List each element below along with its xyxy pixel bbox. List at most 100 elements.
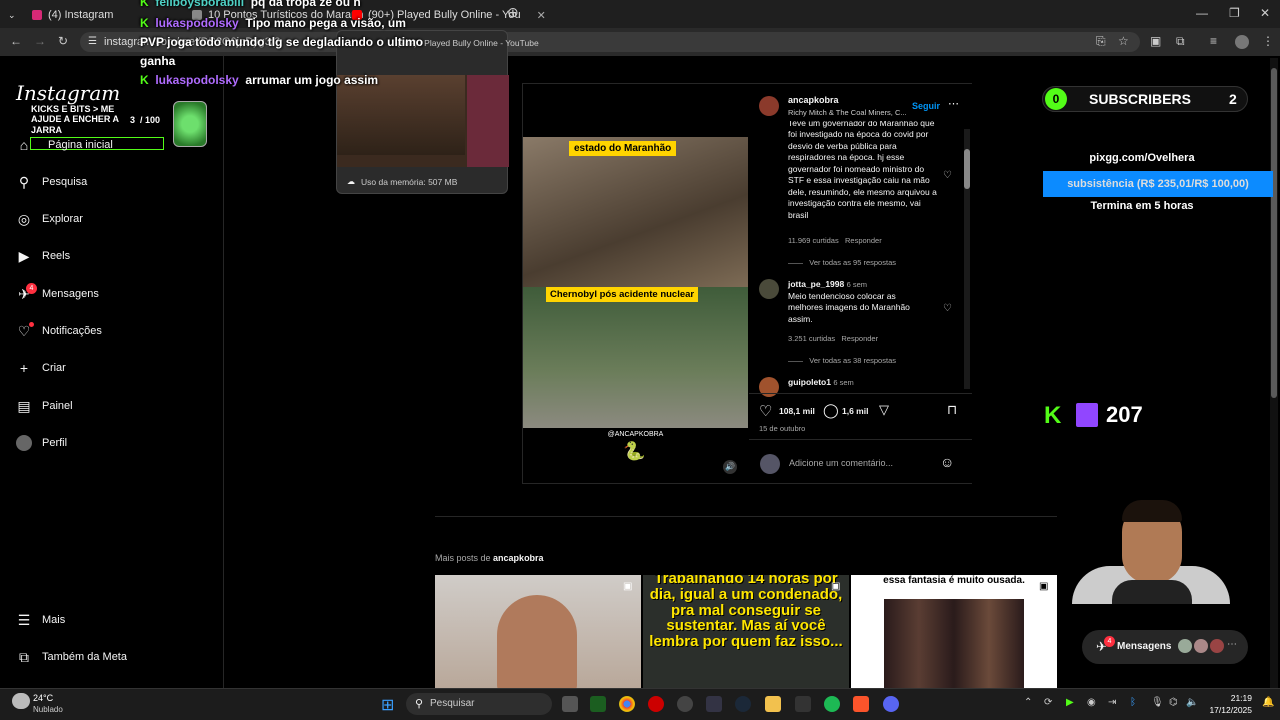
my-avatar: [760, 454, 780, 474]
save-bookmark-icon[interactable]: ⊓: [947, 402, 957, 418]
reel-video[interactable]: estado do Maranhão Chernobyl pós acident…: [523, 84, 748, 483]
more-post-thumb[interactable]: essa fantasia é muito ousada. ▣: [851, 575, 1057, 688]
task-view-icon[interactable]: [562, 696, 578, 712]
tray-icon[interactable]: ⇥: [1108, 697, 1116, 708]
more-options-icon[interactable]: ⋯: [948, 97, 959, 110]
more-post-thumb[interactable]: Trabalhando 14 horas por dia, igual a um…: [643, 575, 849, 688]
sidebar-item-create[interactable]: + Criar: [16, 360, 66, 376]
sidebar-item-reels[interactable]: ▶ Reels: [16, 248, 71, 264]
emoji-icon[interactable]: ☺: [940, 454, 954, 470]
tray-chevron-icon[interactable]: ⌃: [1024, 697, 1032, 708]
discord-icon[interactable]: [883, 696, 899, 712]
bookmark-star-icon[interactable]: ☆: [1118, 34, 1129, 48]
sidebar-item-more[interactable]: ☰ Mais: [16, 612, 66, 628]
install-app-icon[interactable]: ⎘: [1096, 34, 1106, 49]
music-label[interactable]: Richy Mitch & The Coal Miners, C...: [788, 108, 907, 117]
folder-icon[interactable]: [765, 696, 781, 712]
opera-icon[interactable]: [648, 696, 664, 712]
back-icon[interactable]: ←: [10, 34, 22, 48]
tab-list-button[interactable]: ⌄: [8, 4, 16, 26]
media-icon[interactable]: ≡: [1210, 34, 1217, 48]
view-replies[interactable]: —— Ver todas as 38 respostas: [788, 356, 896, 365]
tray-icon[interactable]: ◉: [1087, 697, 1096, 708]
divider: [435, 516, 1057, 517]
meta-grid-icon: ⧉: [19, 648, 29, 665]
reply-button[interactable]: Responder: [841, 334, 878, 343]
post-side-panel: ancapkobra Richy Mitch & The Coal Miners…: [749, 84, 972, 483]
comment-like-icon[interactable]: ♡: [943, 303, 952, 314]
close-tab-icon[interactable]: ✕: [537, 9, 546, 22]
close-window-icon[interactable]: ✕: [1260, 6, 1270, 20]
puzzle-icon[interactable]: ⧉: [1176, 34, 1185, 49]
tray-icon[interactable]: ▶: [1066, 697, 1074, 708]
github-icon[interactable]: [677, 696, 693, 712]
home-icon: ⌂: [19, 137, 29, 153]
weather-icon[interactable]: [12, 693, 30, 709]
like-heart-icon[interactable]: ♡: [759, 402, 772, 420]
cobra-logo-icon: 🐍: [623, 441, 646, 461]
clock-time[interactable]: 21:19: [1214, 693, 1252, 703]
menu-icon[interactable]: ⋮: [1262, 34, 1274, 48]
maximize-icon[interactable]: ❐: [1229, 6, 1240, 20]
view-replies[interactable]: —— Ver todas as 95 respostas: [788, 258, 896, 267]
windows-start-icon[interactable]: ⊞: [381, 695, 394, 715]
comment-like-icon[interactable]: ♡: [943, 170, 952, 181]
sidebar-item-explore[interactable]: ◎ Explorar: [16, 211, 83, 227]
more-post-thumb[interactable]: ▣: [435, 575, 641, 688]
sidebar-item-search[interactable]: ⚲ Pesquisa: [16, 174, 87, 190]
comment-count: 1,6 mil: [842, 406, 869, 416]
steam-icon[interactable]: [735, 696, 751, 712]
messages-pill[interactable]: ✈ 4 Mensagens ⋯: [1082, 630, 1248, 664]
add-comment-input[interactable]: Adicione um comentário...: [789, 458, 893, 468]
chat-message: K lukaspodolsky arrumar um jogo assim: [140, 73, 379, 87]
commenter-avatar[interactable]: [759, 377, 779, 397]
author-name[interactable]: ancapkobra: [788, 95, 839, 105]
tray-icon[interactable]: ⟳: [1044, 697, 1052, 708]
site-info-icon[interactable]: ☰: [88, 32, 97, 52]
spotify-icon[interactable]: [824, 696, 840, 712]
microphone-icon[interactable]: 🎙: [1151, 697, 1164, 708]
page-scrollbar[interactable]: [1270, 58, 1278, 688]
profile-avatar[interactable]: [1235, 35, 1249, 49]
network-icon[interactable]: ⌬: [1169, 697, 1178, 708]
app-icon[interactable]: [590, 696, 606, 712]
volume-icon[interactable]: 🔊: [723, 460, 737, 474]
sidebar-item-profile[interactable]: Perfil: [16, 435, 67, 451]
reply-button[interactable]: Responder: [845, 236, 882, 245]
reel-icon: ▣: [831, 581, 841, 592]
avatar: [1194, 639, 1208, 653]
plus-icon: +: [19, 360, 29, 376]
chrome-icon[interactable]: [619, 696, 635, 712]
clock-date[interactable]: 17/12/2025: [1200, 705, 1252, 715]
instagram-favicon-icon: [32, 10, 42, 20]
sidebar-item-home[interactable]: ⌂ Página inicial: [16, 137, 113, 153]
volume-icon[interactable]: 🔈: [1186, 697, 1198, 708]
new-tab-icon[interactable]: ⊕: [507, 4, 519, 21]
extension-icon[interactable]: ▣: [1150, 34, 1161, 48]
sidebar-item-meta[interactable]: ⧉ Também da Meta: [16, 649, 127, 665]
taskbar-search[interactable]: ⚲ Pesquisar: [406, 693, 552, 715]
brave-icon[interactable]: [853, 696, 869, 712]
app-icon[interactable]: [795, 696, 811, 712]
commenter-avatar[interactable]: [759, 279, 779, 299]
chat-message: K feliboysborabill pq da tropa ze ou n: [140, 0, 361, 9]
reload-icon[interactable]: ↻: [58, 34, 68, 48]
messages-badge: 4: [26, 283, 37, 294]
sidebar-item-dashboard[interactable]: ▤ Painel: [16, 398, 72, 414]
follow-button[interactable]: Seguir: [912, 101, 940, 111]
forward-icon[interactable]: →: [34, 34, 46, 48]
comment-item: Teve um governador do Maranhão que foi i…: [788, 121, 937, 220]
post-date: 15 de outubro: [759, 424, 806, 433]
share-icon[interactable]: ▽: [879, 402, 889, 418]
notification-bell-icon[interactable]: 🔔: [1262, 697, 1274, 708]
bluetooth-icon[interactable]: ᛒ: [1130, 697, 1136, 708]
comments-scrollbar[interactable]: [964, 129, 970, 389]
weather-label[interactable]: Nublado: [33, 705, 63, 714]
instagram-logo[interactable]: Instagram: [16, 81, 120, 105]
avatar: [16, 435, 32, 451]
comment-icon[interactable]: ◯: [823, 402, 839, 419]
weather-temp[interactable]: 24°C: [33, 693, 53, 703]
minimize-icon[interactable]: —: [1196, 6, 1208, 20]
app-icon[interactable]: [706, 696, 722, 712]
author-avatar[interactable]: [759, 96, 779, 116]
